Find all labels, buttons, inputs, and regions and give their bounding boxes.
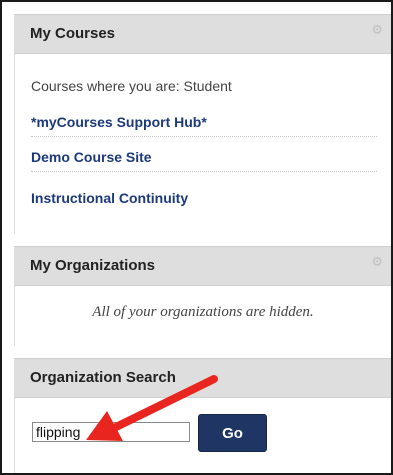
red-arrow-icon [86,375,218,441]
page-frame: My Courses ⚙ Courses where you are: Stud… [0,0,393,475]
